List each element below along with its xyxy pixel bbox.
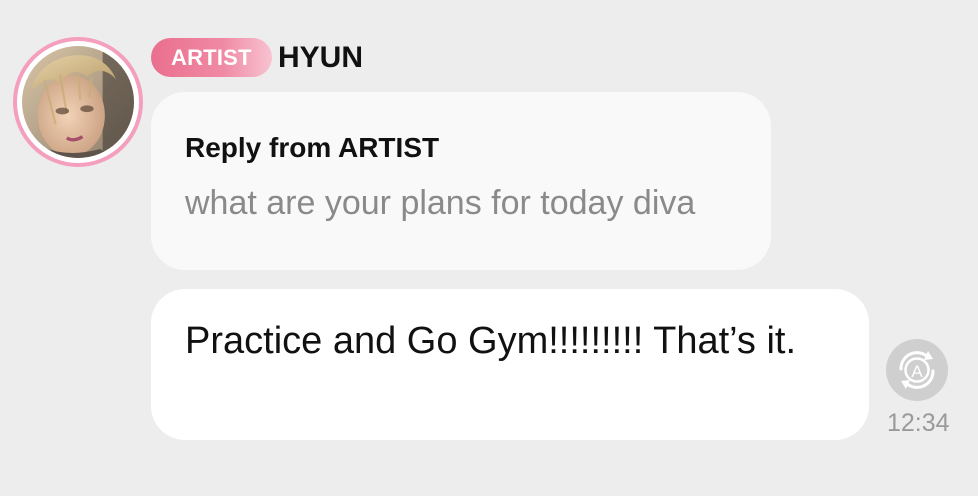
translate-icon: A — [894, 347, 940, 393]
reply-bubble[interactable]: Reply from ARTIST what are your plans fo… — [151, 92, 771, 270]
sender-name: HYUN — [278, 41, 364, 74]
artist-badge: ARTIST — [151, 38, 272, 77]
reply-title: Reply from ARTIST — [185, 132, 440, 163]
translate-button[interactable]: A — [886, 339, 948, 401]
message-text: Practice and Go Gym!!!!!!!!! That’s it. — [185, 320, 797, 362]
svg-text:A: A — [911, 362, 923, 381]
avatar-image — [22, 46, 134, 158]
message-timestamp: 12:34 — [887, 409, 950, 437]
avatar[interactable] — [13, 37, 143, 167]
quoted-message: what are your plans for today diva — [185, 184, 696, 222]
message-bubble[interactable]: Practice and Go Gym!!!!!!!!! That’s it. — [151, 289, 869, 440]
